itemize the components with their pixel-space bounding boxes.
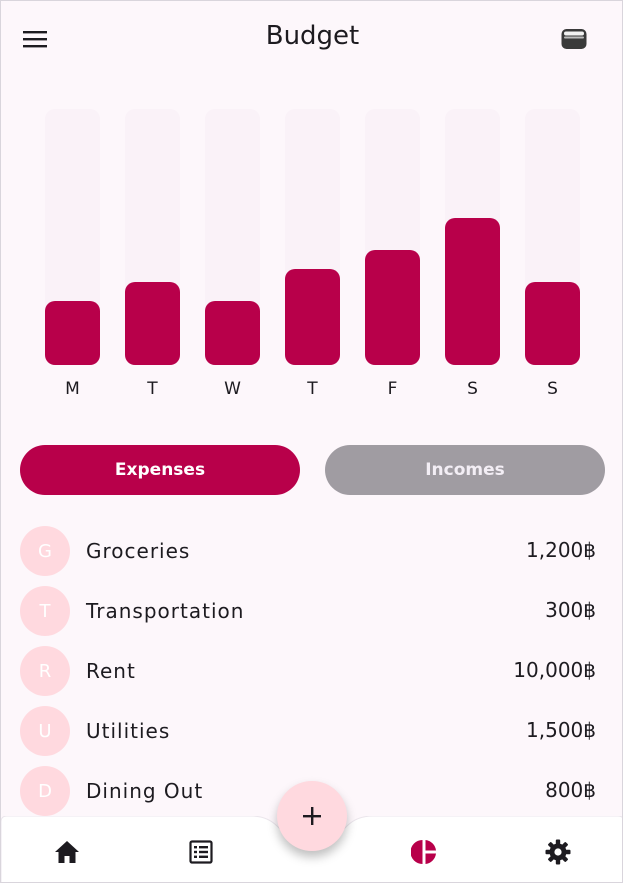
category-initial: R [38, 660, 52, 682]
category-avatar: D [20, 766, 70, 816]
app-frame: Budget M T W T F S S Expenses Incomes G Grocer… [0, 0, 623, 883]
list-item[interactable]: U Utilities 1,500฿ [1, 700, 622, 760]
chart-day-label: T [147, 379, 158, 399]
category-amount: 10,000฿ [513, 658, 596, 682]
home-icon [55, 841, 79, 863]
list-item[interactable]: G Groceries 1,200฿ [1, 520, 622, 580]
chart-bar-column [445, 109, 500, 365]
list-item[interactable]: T Transportation 300฿ [1, 580, 622, 640]
chart-bar [45, 301, 100, 365]
category-name: Utilities [86, 719, 171, 743]
chart-bar [525, 281, 580, 365]
category-avatar: R [20, 646, 70, 696]
category-avatar: G [20, 526, 70, 576]
plus-icon [303, 807, 321, 825]
category-avatar: U [20, 706, 70, 756]
chart-bar-column [365, 109, 420, 365]
category-initial: D [38, 780, 52, 802]
nav-home-button[interactable] [49, 834, 85, 870]
chart-day-label: T [307, 379, 318, 399]
category-amount: 1,200฿ [526, 538, 596, 562]
gear-icon [545, 839, 571, 865]
nav-settings-button[interactable] [540, 834, 576, 870]
chart-bar [125, 281, 180, 365]
app-bar: Budget [1, 1, 622, 75]
nav-list-button[interactable] [183, 834, 219, 870]
chart-day-label: F [387, 379, 398, 399]
chart-bar-column [285, 109, 340, 365]
chart-bar [445, 217, 500, 365]
category-initial: T [39, 600, 51, 622]
chart-bar-column [525, 109, 580, 365]
category-name: Transportation [86, 599, 245, 623]
chart-day-label: S [547, 379, 558, 399]
incomes-toggle-button[interactable]: Incomes [325, 445, 605, 495]
chart-day-label: S [467, 379, 478, 399]
wallet-button[interactable] [554, 19, 594, 59]
list-item[interactable]: R Rent 10,000฿ [1, 640, 622, 700]
pie-chart-icon [411, 840, 436, 864]
chart-bar [205, 301, 260, 365]
category-avatar: T [20, 586, 70, 636]
expenses-toggle-label: Expenses [114, 460, 206, 480]
page-title: Budget [265, 21, 360, 51]
list-icon [189, 840, 213, 864]
category-name: Groceries [86, 539, 191, 563]
chart-bar-column [125, 109, 180, 365]
chart-bar [285, 269, 340, 365]
category-amount: 300฿ [545, 598, 596, 622]
incomes-toggle-label: Incomes [425, 460, 505, 480]
category-initial: G [38, 540, 52, 562]
chart-bar-column [205, 109, 260, 365]
category-amount: 1,500฿ [526, 718, 596, 742]
category-name: Rent [86, 659, 136, 683]
add-transaction-button[interactable] [277, 781, 347, 851]
category-amount: 800฿ [545, 778, 596, 802]
nav-chart-button[interactable] [406, 834, 442, 870]
category-initial: U [38, 720, 52, 742]
chart-bar-column [45, 109, 100, 365]
category-name: Dining Out [86, 779, 204, 803]
chart-bar [365, 249, 420, 365]
weekly-bar-chart: MTWTFSS [1, 101, 622, 411]
chart-day-label: W [224, 379, 241, 399]
wallet-icon [561, 29, 587, 49]
expenses-toggle-button[interactable]: Expenses [20, 445, 300, 495]
chart-day-label: M [65, 379, 80, 399]
